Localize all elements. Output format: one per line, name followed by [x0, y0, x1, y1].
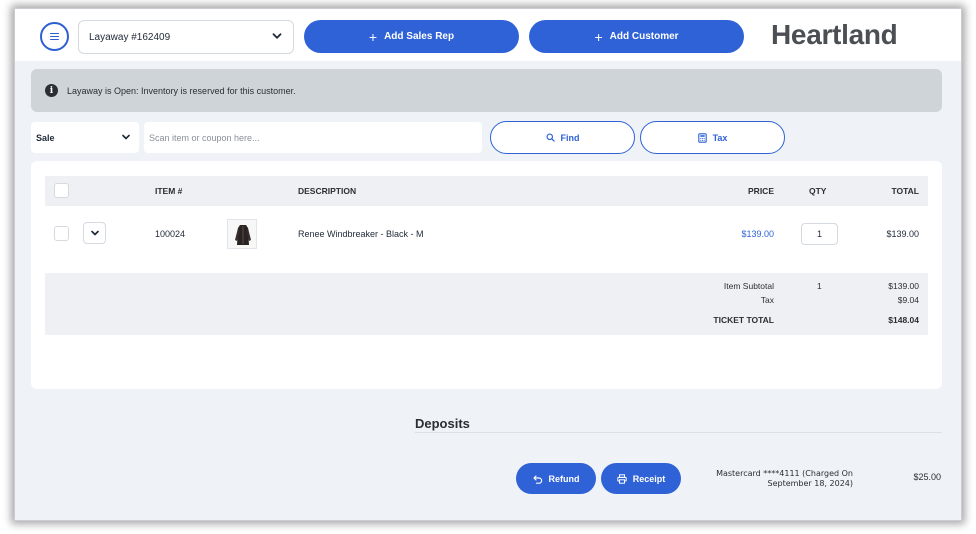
chevron-down-icon — [122, 134, 130, 140]
chevron-down-icon — [90, 230, 99, 236]
receipt-button[interactable]: Receipt — [601, 463, 681, 494]
plus-icon: + — [594, 28, 603, 45]
layaway-select-label: Layaway #162409 — [89, 31, 171, 43]
info-icon: i — [45, 84, 58, 97]
ticket-total-value: $148.04 — [888, 315, 919, 325]
search-icon — [545, 133, 555, 142]
transaction-type-label: Sale — [36, 132, 55, 143]
tax-label: Tax — [712, 132, 728, 143]
find-button[interactable]: Find — [490, 121, 635, 154]
subtotal-label: Item Subtotal — [723, 281, 774, 291]
quantity-value: 1 — [816, 229, 822, 239]
refund-button[interactable]: Refund — [516, 463, 596, 494]
product-thumbnail — [227, 219, 257, 249]
ticket-card: ITEM # DESCRIPTION PRICE QTY TOTAL 10002… — [31, 161, 942, 389]
subtotal-value: $139.00 — [888, 281, 919, 291]
add-sales-rep-label: Add Sales Rep — [384, 31, 455, 42]
column-item: ITEM # — [155, 186, 183, 196]
banner-message: Layaway is Open: Inventory is reserved f… — [67, 85, 296, 96]
calculator-icon — [697, 132, 707, 143]
quantity-input[interactable]: 1 — [801, 223, 838, 245]
column-price: PRICE — [748, 186, 774, 196]
item-description: Renee Windbreaker - Black - M — [298, 229, 424, 239]
menu-button[interactable] — [40, 22, 69, 51]
add-customer-label: Add Customer — [609, 31, 679, 42]
deposits-heading: Deposits — [415, 416, 470, 431]
row-checkbox[interactable] — [54, 226, 69, 241]
ticket-total-label: TICKET TOTAL — [713, 315, 774, 325]
add-sales-rep-button[interactable]: + Add Sales Rep — [304, 20, 519, 53]
deposit-payment-info: Mastercard ****4111 (Charged On Septembe… — [675, 469, 853, 489]
plus-icon: + — [368, 28, 378, 45]
item-total: $139.00 — [886, 229, 919, 239]
tax-button[interactable]: Tax — [640, 121, 785, 154]
scan-item-input[interactable] — [144, 122, 482, 153]
column-description: DESCRIPTION — [298, 186, 357, 196]
tax-value: $9.04 — [897, 295, 919, 305]
find-label: Find — [560, 132, 580, 143]
deposit-card-line1: Mastercard ****4111 (Charged On — [716, 469, 853, 478]
heartland-logo: Heartland — [771, 19, 898, 50]
receipt-label: Receipt — [632, 473, 666, 484]
add-customer-button[interactable]: + Add Customer — [529, 20, 744, 53]
top-bar: Layaway #162409 + Add Sales Rep + Add Cu… — [15, 9, 961, 61]
select-all-checkbox[interactable] — [54, 183, 69, 198]
hamburger-icon — [50, 32, 59, 41]
layaway-status-banner: i Layaway is Open: Inventory is reserved… — [31, 69, 942, 112]
chevron-down-icon — [272, 33, 282, 39]
app-window: Layaway #162409 + Add Sales Rep + Add Cu… — [14, 8, 962, 521]
layaway-select[interactable]: Layaway #162409 — [78, 20, 294, 54]
table-header: ITEM # DESCRIPTION PRICE QTY TOTAL — [45, 176, 928, 206]
deposit-amount: $25.00 — [913, 472, 941, 482]
table-row[interactable]: 100024 Renee Windbreaker - Black - M $13… — [45, 216, 928, 252]
expand-row-button[interactable] — [83, 222, 106, 244]
column-total: TOTAL — [891, 186, 919, 196]
totals-panel: Item Subtotal 1 $139.00 Tax $9.04 TICKET… — [45, 273, 928, 335]
deposit-card-line2: September 18, 2024) — [767, 479, 853, 488]
item-number: 100024 — [155, 229, 186, 239]
tax-label: Tax — [760, 295, 774, 305]
deposits-divider — [415, 432, 942, 433]
undo-icon — [532, 474, 542, 484]
refund-label: Refund — [548, 473, 580, 484]
item-price[interactable]: $139.00 — [741, 229, 774, 239]
subtotal-qty: 1 — [817, 281, 822, 291]
transaction-type-select[interactable]: Sale — [31, 122, 139, 153]
printer-icon — [617, 473, 627, 484]
column-qty: QTY — [809, 186, 827, 196]
